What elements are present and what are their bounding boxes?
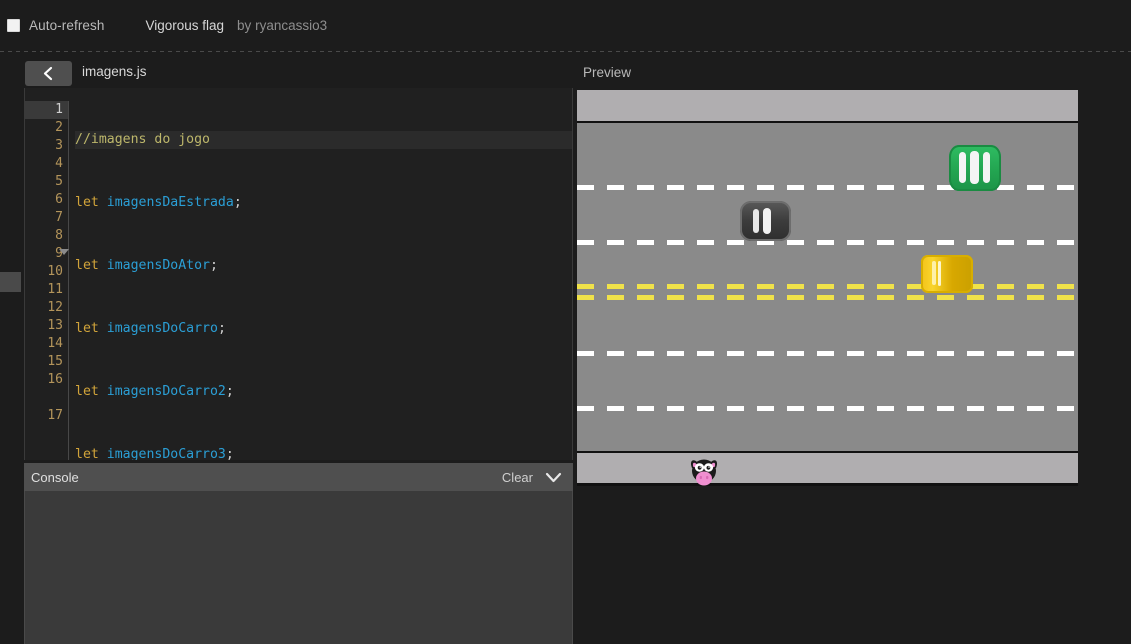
line-number: 13 xyxy=(25,317,68,335)
code-token-semicolon: ; xyxy=(234,195,242,210)
line-number: 9 xyxy=(25,245,68,263)
code-line: let imagensDoAtor; xyxy=(75,257,572,275)
code-line: let imagensDoCarro3; xyxy=(75,446,572,460)
lane-divider-white xyxy=(577,185,1078,190)
dark-car-sprite xyxy=(740,201,791,241)
line-number: 5 xyxy=(25,173,68,191)
car-stripe xyxy=(932,261,936,285)
line-number: 8 xyxy=(25,227,68,245)
code-token-semicolon: ; xyxy=(226,384,234,399)
code-space xyxy=(99,384,107,399)
tab-imagens-js[interactable]: imagens.js xyxy=(82,64,147,79)
console-actions: Clear xyxy=(502,470,562,485)
auto-refresh-label: Auto-refresh xyxy=(29,18,104,33)
curb-top xyxy=(577,90,1078,121)
code-token-keyword: let xyxy=(75,195,99,210)
code-token-variable: imagensDoCarro3 xyxy=(107,447,226,460)
car-stripe xyxy=(938,261,941,286)
lane-divider-white xyxy=(577,240,1078,245)
chevron-down-icon[interactable] xyxy=(545,472,562,483)
cow-player-sprite xyxy=(687,457,721,487)
code-space xyxy=(99,447,107,460)
dark-car-body xyxy=(740,201,791,241)
line-number: 4 xyxy=(25,155,68,173)
car-stripe xyxy=(763,208,771,234)
code-token-semicolon: ; xyxy=(218,321,226,336)
cow-icon xyxy=(687,457,721,487)
code-token-semicolon: ; xyxy=(210,258,218,273)
code-token-variable: imagensDoAtor xyxy=(107,258,210,273)
line-number: 10 xyxy=(25,263,68,281)
sketch-by-label: by ryancassio3 xyxy=(237,18,327,33)
line-number: 17 xyxy=(25,407,68,425)
code-content[interactable]: //imagens do jogo let imagensDaEstrada; … xyxy=(69,101,572,460)
car-stripe xyxy=(983,152,990,182)
code-token-variable: imagensDaEstrada xyxy=(107,195,234,210)
road-surface xyxy=(577,123,1078,451)
code-fold-icon[interactable] xyxy=(59,249,69,255)
code-space xyxy=(99,195,107,210)
top-toolbar: Auto-refresh Vigorous flag by ryancassio… xyxy=(0,0,1131,51)
line-number: 7 xyxy=(25,209,68,227)
code-line: let imagensDoCarro2; xyxy=(75,383,572,401)
editor-vertical-scrollbar[interactable] xyxy=(0,272,21,292)
auto-refresh-control[interactable]: Auto-refresh xyxy=(7,18,104,33)
code-token-keyword: let xyxy=(75,384,99,399)
console-header: Console Clear xyxy=(24,463,573,491)
car-stripe xyxy=(959,152,966,182)
yellow-car-sprite xyxy=(921,255,973,293)
sketch-title[interactable]: Vigorous flag xyxy=(145,18,224,33)
line-number-gutter: 1 2 3 4 5 6 7 8 9 10 11 12 13 14 15 16 1… xyxy=(25,101,69,460)
yellow-car-body xyxy=(921,255,973,293)
car-stripe xyxy=(970,151,979,184)
back-button[interactable] xyxy=(25,61,72,86)
auto-refresh-checkbox[interactable] xyxy=(7,19,20,32)
chevron-left-icon xyxy=(42,66,55,81)
line-number: 2 xyxy=(25,119,68,137)
lane-divider-white xyxy=(577,351,1078,356)
tab-strip xyxy=(0,52,1131,88)
console-clear-button[interactable]: Clear xyxy=(502,470,533,485)
by-word: by xyxy=(237,18,251,33)
line-number-wrap xyxy=(25,389,68,407)
green-car-body xyxy=(949,145,1001,191)
curb-bottom xyxy=(577,453,1078,483)
editor-top-padding xyxy=(25,88,572,101)
sketch-author[interactable]: ryancassio3 xyxy=(255,18,327,33)
line-number: 6 xyxy=(25,191,68,209)
green-car-sprite xyxy=(949,145,1001,191)
code-token-keyword: let xyxy=(75,447,99,460)
code-token-variable: imagensDoCarro xyxy=(107,321,218,336)
console-output[interactable] xyxy=(24,491,573,644)
line-number: 16 xyxy=(25,371,68,389)
editor-body: 1 2 3 4 5 6 7 8 9 10 11 12 13 14 15 16 1… xyxy=(25,101,572,460)
lane-divider-yellow xyxy=(577,284,1078,289)
code-line: //imagens do jogo xyxy=(75,131,572,149)
lane-divider-yellow xyxy=(577,295,1078,300)
code-token-semicolon: ; xyxy=(226,447,234,460)
code-space xyxy=(99,258,107,273)
line-number: 14 xyxy=(25,335,68,353)
lane-divider-white xyxy=(577,406,1078,411)
preview-canvas[interactable] xyxy=(577,90,1078,486)
code-token-keyword: let xyxy=(75,258,99,273)
preview-panel-label: Preview xyxy=(583,65,631,80)
code-space xyxy=(99,321,107,336)
line-number: 11 xyxy=(25,281,68,299)
line-number: 15 xyxy=(25,353,68,371)
canvas-right-gutter xyxy=(1078,88,1131,488)
console-title: Console xyxy=(31,470,79,485)
code-token-keyword: let xyxy=(75,321,99,336)
code-token-variable: imagensDoCarro2 xyxy=(107,384,226,399)
code-token-comment: //imagens do jogo xyxy=(75,132,210,147)
code-editor[interactable]: 1 2 3 4 5 6 7 8 9 10 11 12 13 14 15 16 1… xyxy=(24,88,573,460)
code-line: let imagensDoCarro; xyxy=(75,320,572,338)
code-line: let imagensDaEstrada; xyxy=(75,194,572,212)
line-number: 1 xyxy=(25,101,68,119)
line-number: 3 xyxy=(25,137,68,155)
car-stripe xyxy=(753,209,760,233)
line-number: 12 xyxy=(25,299,68,317)
